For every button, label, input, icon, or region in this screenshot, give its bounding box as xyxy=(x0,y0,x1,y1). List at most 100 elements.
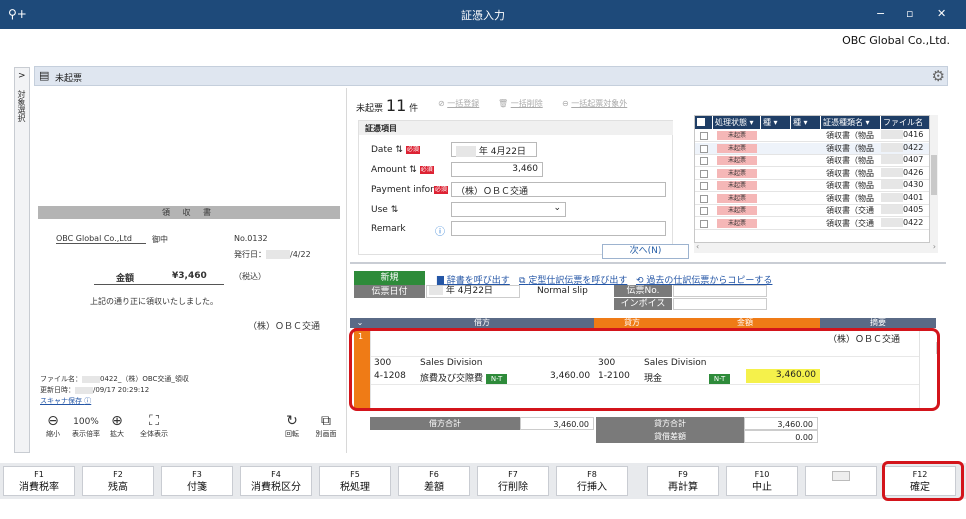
maximize-button[interactable]: ▫ xyxy=(906,7,913,20)
voucher-type: 領収書（物品 xyxy=(826,131,874,140)
bulk-delete-button[interactable]: 🗑 一括削除 xyxy=(498,98,543,109)
slip-count: 未起票 11 件 xyxy=(356,96,419,115)
column-status[interactable]: 処理状態 ▾ xyxy=(713,116,761,129)
info-icon[interactable]: ⓘ xyxy=(435,223,445,238)
row-checkbox[interactable] xyxy=(700,194,708,203)
zoom-level: 100% 表示倍率 xyxy=(72,417,100,438)
fkey-f8-button[interactable]: F8 行挿入 xyxy=(556,466,628,496)
use-label: Use ⇅ xyxy=(371,205,399,215)
horizontal-scrollbar[interactable]: ‹ › xyxy=(694,242,938,253)
payment-label: Payment infor必須 xyxy=(371,185,448,195)
voucher-fields: 証憑項目 Date ⇅ 必須 年 4月22日 Amount ⇅ 必須 3,460… xyxy=(358,120,673,255)
row-checkbox[interactable] xyxy=(700,207,708,215)
file-name: 0401 xyxy=(881,192,923,202)
swap-icon: ⇅ xyxy=(395,145,403,155)
zoom-out-button[interactable]: ⊖ 縮小 xyxy=(42,414,64,439)
chevron-right-icon: > xyxy=(18,71,26,81)
receipt-to: OBC Global Co.,Ltd xyxy=(56,234,146,244)
fkey-f3-button[interactable]: F3 付箋 xyxy=(161,466,233,496)
amount-input[interactable]: 3,460 xyxy=(451,162,543,177)
separate-window-button[interactable]: ⧉ 別画面 xyxy=(312,414,340,439)
column-file-name[interactable]: ファイル名 xyxy=(881,116,929,129)
fkey-f7-button[interactable]: F7 行削除 xyxy=(477,466,549,496)
status-badge: 未起票 xyxy=(717,181,757,190)
fkey-f4-button[interactable]: F4 消費税区分 xyxy=(240,466,312,496)
row-checkbox[interactable] xyxy=(700,132,708,140)
list-item[interactable]: 未起票 領収書（物品 0416 xyxy=(695,130,929,142)
row-checkbox[interactable] xyxy=(700,157,708,165)
voucher-type: 領収書（物品 xyxy=(826,181,874,190)
plus-circle-icon: ⊕ xyxy=(111,413,123,429)
section-title: 証憑項目 xyxy=(359,121,673,135)
f12-highlight xyxy=(882,461,964,501)
company-name: OBC Global Co.,Ltd. xyxy=(842,34,950,47)
document-preview: 領 収 書 OBC Global Co.,Ltd 御中 No.0132 発行日：… xyxy=(34,88,347,453)
file-name: ファイル名： 0422_（株）OBC交通_領収 xyxy=(40,375,189,383)
list-item[interactable]: 未起票 領収書（物品 0422 xyxy=(695,142,929,155)
file-name: 0422 xyxy=(881,217,923,227)
minimize-button[interactable]: − xyxy=(876,7,885,20)
scanner-link[interactable]: スキャナ保存 ⓘ xyxy=(40,396,91,406)
rotate-button[interactable]: ↻ 回転 xyxy=(280,414,304,439)
fkey-f2-button[interactable]: F2 残高 xyxy=(82,466,154,496)
slip-no-label: 伝票No. xyxy=(614,285,672,297)
column-type-a[interactable]: 種 ▾ xyxy=(761,116,791,129)
credit-header: 貸方 xyxy=(594,318,670,328)
receipt-note: 上記の通り正に領収いたしました。 xyxy=(90,297,218,306)
select-all-checkbox[interactable] xyxy=(695,116,713,129)
new-slip-button[interactable]: 新規 xyxy=(354,271,425,285)
bulk-register-button[interactable]: ⊘ 一括登録 xyxy=(438,98,479,109)
list-item[interactable]: 未起票 領収書（物品 0401 xyxy=(695,192,929,205)
row-checkbox[interactable] xyxy=(700,182,708,190)
collapse-icon[interactable]: ⌄ xyxy=(350,318,370,328)
payment-input[interactable]: （株）ＯＢＣ交通 xyxy=(451,182,666,197)
use-select[interactable]: ⌄ xyxy=(451,202,566,217)
invoice-no-input[interactable] xyxy=(673,298,767,310)
list-item[interactable]: 未起票 領収書（交通 0422 xyxy=(695,217,929,230)
next-button[interactable]: 次へ(N) xyxy=(602,244,689,259)
fkey-f6-button[interactable]: F6 差額 xyxy=(398,466,470,496)
file-name: 0405 xyxy=(881,205,923,214)
receipt-issuer: （株）ＯＢＣ交通 xyxy=(248,322,321,332)
list-item[interactable]: 未起票 領収書（交通 0405 xyxy=(695,205,929,217)
invoice-no-label: インボイスNo. xyxy=(614,298,672,321)
splitter[interactable] xyxy=(350,262,946,264)
list-item[interactable]: 未起票 領収書（物品 0430 xyxy=(695,180,929,192)
voucher-type: 領収書（物品 xyxy=(826,168,874,178)
template-link[interactable]: ⧉ 定型仕訳伝票を呼び出す xyxy=(519,273,627,286)
header-label: 未起票 xyxy=(55,74,83,84)
date-input[interactable]: 年 4月22日 xyxy=(451,142,537,157)
row-checkbox[interactable] xyxy=(700,144,708,153)
fkey-f9-button[interactable]: F9 再計算 xyxy=(647,466,719,496)
column-voucher-type[interactable]: 証憑種類名 ▾ xyxy=(821,116,881,129)
debit-total: 3,460.00 xyxy=(520,417,594,430)
list-scrollbar[interactable] xyxy=(930,115,938,243)
fkey-f1-button[interactable]: F1 消費税率 xyxy=(3,466,75,496)
list-item[interactable]: 未起票 領収書（物品 0426 xyxy=(695,167,929,180)
status-badge: 未起票 xyxy=(717,131,757,140)
gear-icon[interactable]: ⚙ xyxy=(932,67,945,85)
zoom-in-button[interactable]: ⊕ 拡大 xyxy=(106,414,128,439)
amount-header: 金額 xyxy=(670,318,820,328)
voucher-type: 領収書（物品 xyxy=(826,193,874,203)
slip-date-input[interactable]: 年 4月22日 xyxy=(426,285,520,298)
row-checkbox[interactable] xyxy=(700,169,708,178)
remark-input[interactable] xyxy=(451,221,666,236)
fit-page-button[interactable]: ⛶ 全体表示 xyxy=(134,414,174,439)
close-button[interactable]: ✕ xyxy=(937,7,946,20)
bulk-exclude-button[interactable]: ⊖ 一括起票対象外 xyxy=(562,98,627,109)
voucher-type: 領収書（物品 xyxy=(826,143,874,153)
row-checkbox[interactable] xyxy=(700,219,708,228)
fkey-f5-button[interactable]: F5 税処理 xyxy=(319,466,391,496)
voucher-type: 領収書（物品 xyxy=(826,156,874,165)
column-type-b[interactable]: 種 ▾ xyxy=(791,116,821,129)
debit-header: 借方 xyxy=(370,318,594,328)
slip-no-input[interactable] xyxy=(673,285,767,297)
list-item[interactable]: 未起票 領収書（物品 0407 xyxy=(695,155,929,167)
status-badge: 未起票 xyxy=(717,168,757,178)
fkey-f10-button[interactable]: F10 中止 xyxy=(726,466,798,496)
receipt-to-suffix: 御中 xyxy=(152,235,168,244)
credit-total-label: 貸方合計 xyxy=(596,417,744,430)
target-select-tab[interactable]: > 対象選択 xyxy=(14,67,30,453)
swap-icon: ⇅ xyxy=(409,165,417,175)
